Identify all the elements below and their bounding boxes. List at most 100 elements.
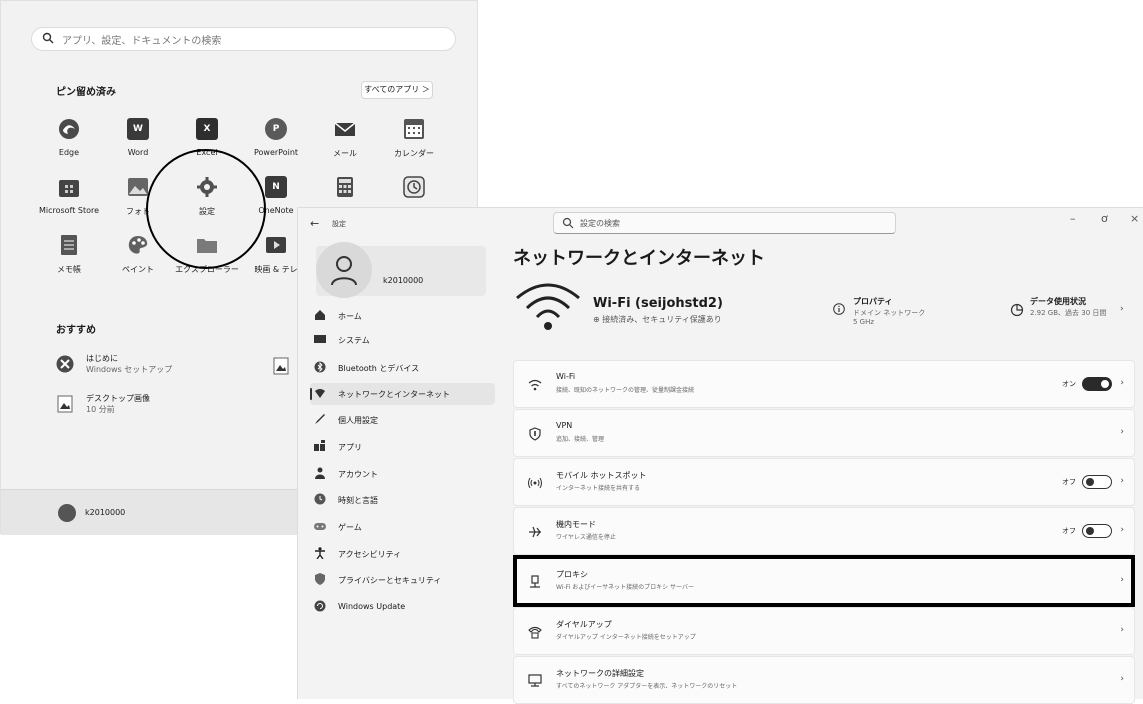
wifi-toggle[interactable]: [1082, 377, 1112, 391]
dialup-icon: [528, 626, 542, 639]
app-label: メモ帳: [57, 265, 81, 274]
privacy-icon: [315, 573, 325, 585]
nav-item-personalization[interactable]: 個人用設定: [310, 409, 495, 431]
calendar-icon: [404, 119, 424, 139]
accessibility-icon: [315, 547, 325, 559]
pinned-app-edge[interactable]: Edge: [34, 118, 104, 178]
time-language-icon: [314, 493, 326, 505]
app-label: カレンダー: [394, 149, 434, 158]
nav-item-privacy[interactable]: プライバシーとセキュリティ: [310, 569, 495, 591]
network-band: 5 GHz: [853, 318, 875, 326]
personalization-icon: [315, 414, 325, 424]
card-subtitle: 接続、既知のネットワークの管理、従量制課金接続: [556, 387, 695, 394]
card-subtitle: インターネット接続を共有する: [556, 485, 641, 492]
data-usage-icon: [1010, 303, 1024, 317]
start-search-placeholder: アプリ、設定、ドキュメントの検索: [62, 36, 222, 47]
nav-item-accessibility[interactable]: アクセシビリティ: [310, 543, 495, 565]
card-subtitle: 追加、接続、管理: [556, 436, 605, 443]
page-title: ネットワークとインターネット: [513, 248, 765, 269]
apps-icon: [314, 440, 325, 451]
mail-icon: [334, 122, 356, 136]
app-label: メール: [333, 149, 357, 158]
nav-label: ネットワークとインターネット: [338, 390, 450, 399]
airplane-icon: [529, 526, 541, 538]
nav-label: Bluetooth とデバイス: [338, 364, 420, 373]
search-icon: [42, 32, 54, 44]
nav-item-windows-update[interactable]: Windows Update: [310, 596, 495, 618]
airplane-toggle[interactable]: [1082, 524, 1112, 538]
notepad-icon: [61, 235, 77, 255]
recommended-title: デスクトップ画像: [86, 394, 150, 403]
card-title: Wi-Fi: [556, 372, 576, 381]
recommended-section-title: おすすめ: [56, 325, 96, 336]
window-title: 設定: [332, 220, 346, 228]
app-label: Word: [127, 148, 149, 157]
nav-label: 時刻と言語: [338, 496, 378, 505]
pinned-app-mail[interactable]: メール: [310, 118, 380, 178]
gaming-icon: [314, 523, 326, 530]
nav-label: アクセシビリティ: [338, 550, 402, 559]
card-title: ダイヤルアップ: [556, 620, 612, 629]
recommended-subtitle: 10 分前: [86, 405, 115, 414]
card-airplane-mode[interactable]: 機内モード ワイヤレス通信を停止 オフ ›: [513, 507, 1135, 555]
nav-label: ゲーム: [338, 523, 362, 532]
excel-icon: X: [196, 118, 218, 140]
all-apps-button[interactable]: すべてのアプリ ＞: [361, 81, 433, 99]
chevron-right-icon[interactable]: ›: [1120, 304, 1124, 314]
data-usage-link[interactable]: データ使用状況: [1030, 296, 1086, 307]
nav-item-accounts[interactable]: アカウント: [310, 463, 495, 485]
chevron-right-icon: ›: [1120, 427, 1124, 437]
settings-search-box[interactable]: 設定の検索: [553, 212, 896, 234]
wifi-icon: [516, 283, 580, 330]
nav-label: ホーム: [338, 312, 362, 321]
system-icon: [314, 335, 326, 343]
card-vpn[interactable]: VPN 追加、接続、管理 ›: [513, 409, 1135, 457]
nav-label: プライバシーとセキュリティ: [338, 576, 442, 585]
nav-item-gaming[interactable]: ゲーム: [310, 516, 495, 538]
settings-window: ← 設定 設定の検索 – ơ × k2010000 ホーム システム Bluet…: [297, 207, 1143, 704]
recommended-item-get-started[interactable]: はじめに Windows セットアップ: [56, 353, 256, 383]
nav-item-bluetooth[interactable]: Bluetooth とデバイス: [310, 357, 495, 379]
app-label: PowerPoint: [253, 148, 299, 157]
close-icon[interactable]: ×: [1130, 212, 1139, 225]
nav-item-apps[interactable]: アプリ: [310, 436, 495, 458]
photos-icon: [128, 178, 148, 196]
nav-item-system[interactable]: システム: [310, 329, 495, 351]
network-icon: [315, 389, 325, 398]
nav-item-time-language[interactable]: 時刻と言語: [310, 489, 495, 511]
card-advanced-network[interactable]: ネットワークの詳細設定 すべてのネットワーク アダプターを表示、ネットワークのリ…: [513, 656, 1135, 704]
network-status: ⊕ 接続済み、セキュリティ保護あり: [593, 315, 722, 324]
recommended-item-desktop-image[interactable]: デスクトップ画像 10 分前: [56, 393, 256, 423]
start-search-box[interactable]: アプリ、設定、ドキュメントの検索: [31, 27, 456, 51]
store-icon: [59, 180, 79, 197]
avatar[interactable]: [58, 504, 76, 522]
pinned-app-calendar[interactable]: カレンダー: [379, 118, 449, 178]
card-wifi[interactable]: Wi-Fi 接続、既知のネットワークの管理、従量制課金接続 オン ›: [513, 360, 1135, 408]
maximize-icon[interactable]: ơ: [1101, 212, 1108, 225]
nav-label: アプリ: [338, 443, 362, 452]
card-dial-up[interactable]: ダイヤルアップ ダイヤルアップ インターネット接続をセットアップ ›: [513, 607, 1135, 655]
edge-icon: [59, 119, 79, 139]
card-title: 機内モード: [556, 520, 596, 529]
card-mobile-hotspot[interactable]: モバイル ホットスポット インターネット接続を共有する オフ ›: [513, 458, 1135, 506]
start-user-name[interactable]: k2010000: [85, 508, 125, 517]
pinned-section-title: ピン留め済み: [56, 87, 116, 98]
toggle-label: オフ: [1062, 527, 1076, 535]
pinned-app-store[interactable]: Microsoft Store: [34, 176, 104, 236]
minimize-icon[interactable]: –: [1070, 212, 1076, 225]
data-usage-detail: 2.92 GB、過去 30 日間: [1030, 309, 1107, 317]
nav-item-home[interactable]: ホーム: [310, 305, 495, 327]
chevron-right-icon: ›: [1120, 378, 1124, 388]
properties-link[interactable]: プロパティ: [853, 296, 893, 307]
nav-label: Windows Update: [338, 602, 406, 611]
app-label: ペイント: [122, 265, 154, 274]
toggle-label: オフ: [1062, 478, 1076, 486]
back-arrow-icon[interactable]: ←: [310, 217, 319, 230]
pinned-app-notepad[interactable]: メモ帳: [34, 234, 104, 294]
card-subtitle: ワイヤレス通信を停止: [556, 534, 616, 541]
bluetooth-icon: [314, 361, 326, 373]
network-profile-type: ドメイン ネットワーク: [853, 309, 926, 317]
hotspot-toggle[interactable]: [1082, 475, 1112, 489]
nav-item-network[interactable]: ネットワークとインターネット: [310, 383, 495, 405]
network-name: Wi-Fi (seijohstd2): [593, 296, 723, 311]
